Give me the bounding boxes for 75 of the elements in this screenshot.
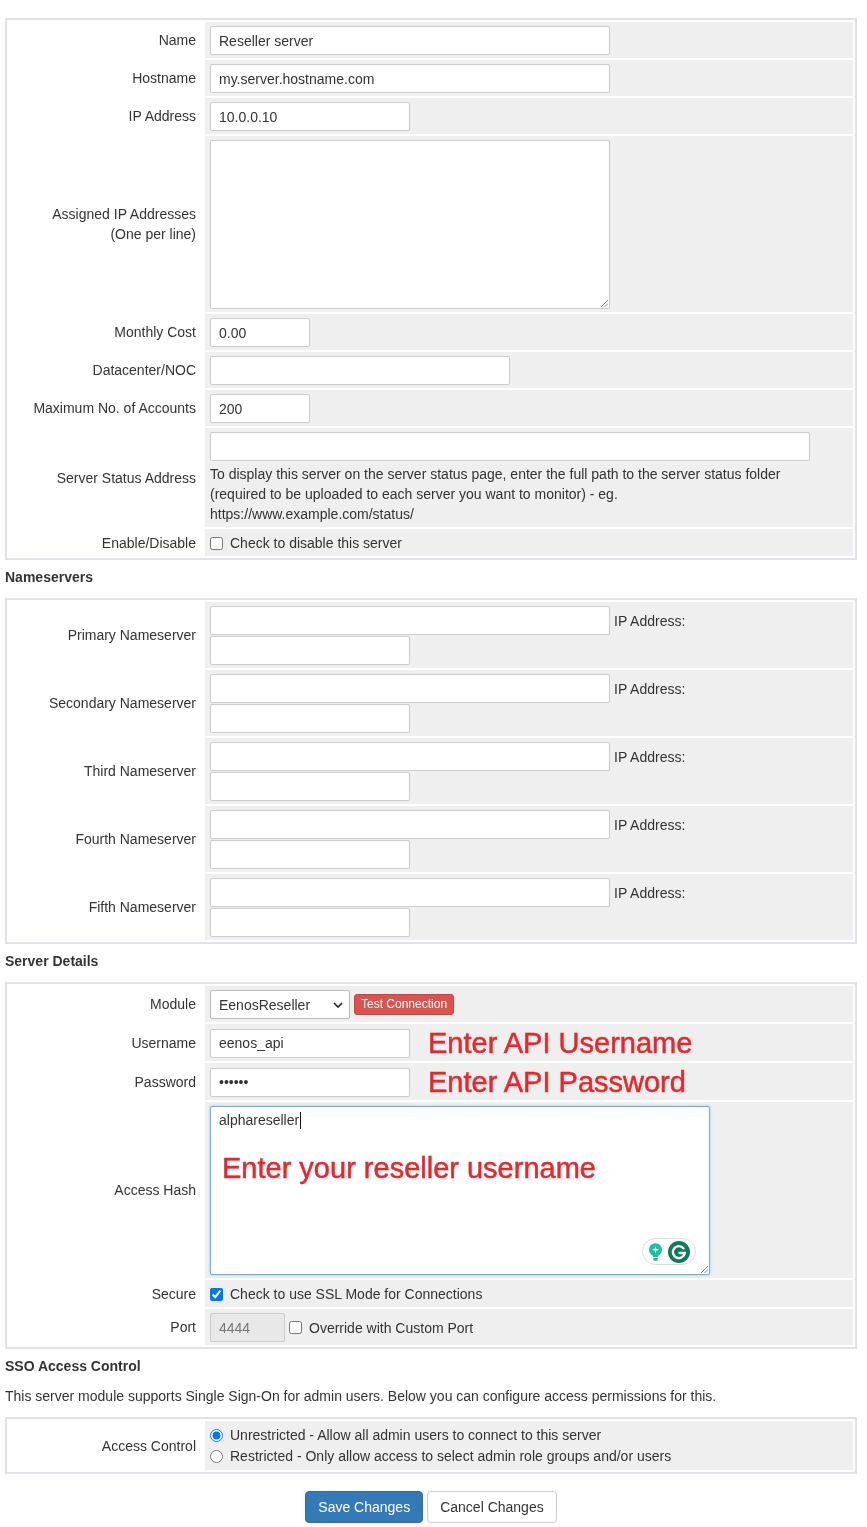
field-label: IP Address: xyxy=(614,747,686,767)
field-label: Password xyxy=(134,1072,196,1092)
field-label: Module xyxy=(150,995,196,1014)
cancel-button[interactable]: Cancel Changes xyxy=(427,1491,557,1523)
field-label: Fourth Nameserver xyxy=(75,830,196,849)
checkbox-label: Check to use SSL Mode for Connections xyxy=(230,1285,483,1304)
ip-address-field[interactable] xyxy=(210,908,410,937)
text-field[interactable] xyxy=(210,432,810,461)
help-text: To display this server on the server status page, enter the full path to the server status folder (required to be uploaded to each server you want to monitor) - eg. https://www.example.com/status/ xyxy=(210,465,782,524)
chevron-down-icon xyxy=(333,1001,343,1008)
annotation-text: Enter API Password xyxy=(428,1067,686,1097)
text-cursor-icon xyxy=(300,1112,302,1129)
radio-label: Unrestricted - Allow all admin users to connect to this server xyxy=(230,1426,602,1445)
checkbox[interactable] xyxy=(210,1287,223,1301)
annotation-text: Enter your reseller username xyxy=(222,1153,596,1183)
field-label: Secure xyxy=(151,1284,196,1304)
field-label: Access Hash xyxy=(114,1181,196,1200)
field-label: Maximum No. of Accounts xyxy=(33,399,196,418)
field-label: Enable/Disable xyxy=(101,533,196,553)
section-heading: SSO Access Control xyxy=(5,1357,142,1376)
lightbulb-icon xyxy=(648,1242,662,1261)
radio-button[interactable] xyxy=(210,1450,223,1463)
field-label: Datacenter/NOC xyxy=(92,361,196,380)
text-field[interactable]: eenos_api xyxy=(210,1028,410,1058)
field-label: Port xyxy=(170,1318,196,1337)
field-label: Server Status Address xyxy=(56,468,196,488)
text-field[interactable]: my.server.hostname.com xyxy=(210,64,610,93)
field-label: IP Address: xyxy=(614,611,686,631)
field-label: Assigned IP Addresses xyxy=(52,205,196,224)
field-label: Monthly Cost xyxy=(114,323,196,342)
password-field[interactable]: •••••• xyxy=(210,1067,410,1097)
checkbox[interactable] xyxy=(210,536,223,550)
nameserver-field[interactable] xyxy=(210,606,610,635)
nameserver-field[interactable] xyxy=(210,878,610,907)
ip-address-field[interactable] xyxy=(210,704,410,733)
field-label: Secondary Nameserver xyxy=(48,694,196,713)
module-dropdown[interactable]: EenosReseller xyxy=(210,990,350,1019)
radio-label: Restricted - Only allow access to select admin role groups and/or users xyxy=(230,1447,672,1466)
label-note: (One per line) xyxy=(110,225,196,244)
assistant-widget[interactable] xyxy=(642,1238,696,1265)
annotation-text: Enter API Username xyxy=(428,1028,693,1058)
field-label: Fifth Nameserver xyxy=(88,898,196,917)
section-heading: Server Details xyxy=(5,952,100,971)
field-label: IP Address: xyxy=(614,815,686,835)
field-label: Primary Nameserver xyxy=(67,626,196,645)
ip-address-field[interactable] xyxy=(210,636,410,665)
checkbox-label: Check to disable this server xyxy=(230,534,402,553)
text-field[interactable]: 0.00 xyxy=(210,318,310,347)
nameserver-field[interactable] xyxy=(210,674,610,703)
letter-g-icon xyxy=(667,1240,690,1263)
textarea-field[interactable] xyxy=(210,140,610,309)
text-field[interactable] xyxy=(210,356,510,385)
ip-address-field[interactable] xyxy=(210,840,410,869)
section-description: This server module supports Single Sign-On for admin users. Below you can configure access permissions for this. xyxy=(5,1387,718,1406)
save-button[interactable]: Save Changes xyxy=(305,1491,424,1523)
nameserver-field[interactable] xyxy=(210,742,610,771)
text-field[interactable]: 10.0.0.10 xyxy=(210,102,410,131)
field-label: Username xyxy=(131,1033,196,1053)
text-field[interactable]: 200 xyxy=(210,394,310,423)
field-label: Access Control xyxy=(101,1436,196,1456)
field-label: IP Address: xyxy=(614,883,686,903)
nameserver-field[interactable] xyxy=(210,810,610,839)
section-heading: Nameservers xyxy=(5,568,94,587)
field-label: IP Address: xyxy=(614,679,686,699)
resize-grip-icon[interactable] xyxy=(700,1265,708,1273)
text-field[interactable]: Reseller server xyxy=(210,26,610,55)
ip-address-field[interactable] xyxy=(210,772,410,801)
field-label: Name xyxy=(158,31,196,50)
radio-button[interactable] xyxy=(210,1429,223,1442)
resize-grip-icon[interactable] xyxy=(600,299,608,307)
field-label: Third Nameserver xyxy=(83,762,196,781)
checkbox-label: Override with Custom Port xyxy=(309,1318,474,1338)
test-connection-button[interactable]: Test Connection xyxy=(354,994,455,1015)
field-label: Hostname xyxy=(132,69,196,88)
field-label: IP Address xyxy=(128,107,196,126)
